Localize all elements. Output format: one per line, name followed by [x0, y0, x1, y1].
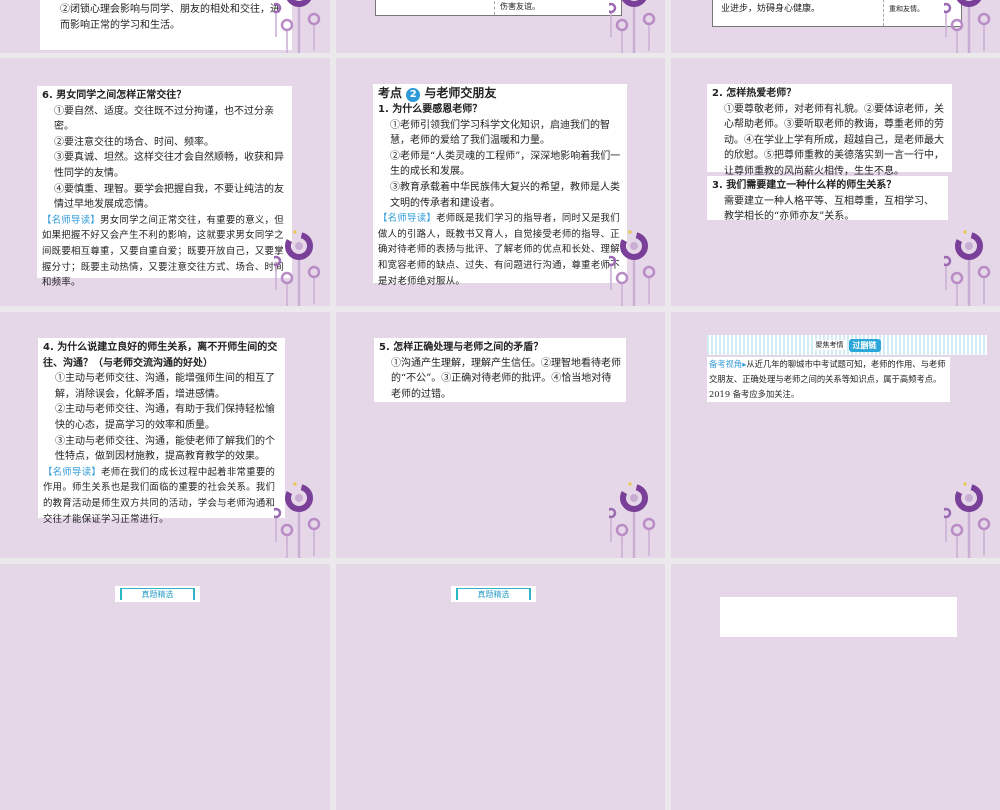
answer-item: ②主动与老师交往、沟通，有助于我们保持轻松愉快的心态，提高学习的效率和质量。	[55, 404, 275, 431]
guide-tag: 【名师导读】	[43, 466, 102, 478]
slide-thumbnail-9[interactable]: 聚焦考情 过删链 备考视角▸从近几年的聊城市中考试题可知，老师的作用、与老师交朋…	[671, 312, 1000, 558]
guide-text: 老师既是我们学习的指导者，同时又是我们做人的引路人，既教书又育人，自觉接受老师的…	[378, 213, 620, 287]
question-heading: 1. 为什么要感恩老师？	[378, 104, 483, 115]
guide-tag: 【名师导读】	[378, 213, 437, 225]
answer-item: ③教育承载着中华民族伟大复兴的希望，教师是人类文明的传承者和建设者。	[390, 181, 620, 209]
flower-decoration-icon	[944, 216, 994, 306]
flower-decoration-icon	[274, 216, 324, 306]
section-label: 真题精选	[456, 588, 531, 600]
slide-thumbnail-3[interactable]: 业进步，妨碍身心健康。 重和友情。	[671, 0, 1000, 53]
flower-decoration-icon	[609, 0, 659, 53]
question-heading: 6. 男女同学之间怎样正常交往？	[42, 90, 187, 101]
question-heading: 4. 为什么说建立良好的师生关系，离不开师生间的交往、沟通？（与老师交流沟通的好…	[43, 342, 278, 369]
question-heading: 3. 我们需要建立一种什么样的师生关系？	[712, 180, 897, 191]
answer-item: ①主动与老师交往、沟通，能增强师生间的相互了解，消除误会，化解矛盾，增进感情。	[55, 373, 275, 400]
slide-thumbnail-5[interactable]: 考点 2 与老师交朋友 1. 为什么要感恩老师？ ①老师引领我们学习科学文化知识…	[336, 58, 665, 306]
answer-item: ②要注意交往的场合、时间、频率。	[54, 136, 214, 148]
banner-label: 聚焦考情	[813, 340, 846, 350]
answer-text: ①要尊敬老师，对老师有礼貌。②要体谅老师，关心帮助老师。③要听取老师的教诲，尊重…	[724, 103, 944, 177]
question-heading: 2. 怎样热爱老师？	[712, 88, 797, 99]
text-box: 4. 为什么说建立良好的师生关系，离不开师生间的交往、沟通？（与老师交流沟通的好…	[38, 338, 285, 525]
slide-thumbnail-6[interactable]: 2. 怎样热爱老师？ ①要尊敬老师，对老师有礼貌。②要体谅老师，关心帮助老师。③…	[671, 58, 1000, 306]
slide-thumbnail-10[interactable]: 真题精选	[0, 564, 330, 810]
flower-decoration-icon	[274, 468, 324, 558]
answer-item: ②老师是“人类灵魂的工程师”，深深地影响着我们一生的成长和发展。	[390, 150, 621, 178]
slide-thumbnail-8[interactable]: 5. 怎样正确处理与老师之间的矛盾？ ①沟通产生理解，理解产生信任。②理智地看待…	[336, 312, 665, 558]
text-box: 2. 怎样热爱老师？ ①要尊敬老师，对老师有礼貌。②要体谅老师，关心帮助老师。③…	[707, 84, 952, 177]
answer-item: ③要真诚、坦然。这样交往才会自然顺畅，收获和异性同学的友情。	[54, 152, 284, 179]
text-box: 考点 2 与老师交朋友 1. 为什么要感恩老师？ ①老师引领我们学习科学文化知识…	[373, 84, 627, 287]
flower-decoration-icon	[609, 216, 659, 306]
flower-decoration-icon	[944, 468, 994, 558]
slide-thumbnail-11[interactable]: 真题精选	[336, 564, 665, 810]
text-line: ②闭锁心理会影响与同学、朋友的相处和交往，进	[60, 4, 280, 15]
answer-text: 需要建立一种人格平等、互相尊重，互相学习、教学相长的“亦师亦友”关系。	[724, 195, 934, 223]
answer-item: ①老师引领我们学习科学文化知识，启迪我们的智慧，老师的爱给了我们温暖和力量。	[390, 119, 610, 147]
banner-pill: 过删链	[848, 338, 881, 352]
text-line: 而影响正常的学习和生活。	[60, 19, 180, 31]
answer-item: ③主动与老师交往、沟通，能使老师了解我们的个性特点，做到因材施教，提高教育教学的…	[55, 435, 275, 463]
text-box: ②闭锁心理会影响与同学、朋友的相处和交往，进 而影响正常的学习和生活。	[40, 0, 292, 50]
slide-thumbnail-4[interactable]: 6. 男女同学之间怎样正常交往？ ①要自然、适度。交往既不过分拘谨，也不过分亲密…	[0, 58, 330, 306]
answer-item: ①要自然、适度。交往既不过分拘谨，也不过分亲密。	[54, 105, 274, 133]
guide-tag: 【名师导读】	[42, 214, 101, 226]
slide-thumbnail-7[interactable]: 4. 为什么说建立良好的师生关系，离不开师生间的交往、沟通？（与老师交流沟通的好…	[0, 312, 330, 558]
text-box	[720, 597, 957, 637]
section-number-badge: 2	[406, 88, 421, 102]
slide-thumbnail-2[interactable]: 伤害友谊。	[336, 0, 665, 53]
section-title: 与老师交朋友	[424, 86, 497, 100]
table-cell: 重和友情。	[889, 5, 924, 13]
section-label: 真题精选	[120, 588, 195, 600]
table-cell: 伤害友谊。	[500, 2, 540, 11]
slide-thumbnail-12[interactable]	[671, 564, 1000, 810]
answer-text: ①沟通产生理解，理解产生信任。②理智地看待老师的“不公”。③正确对待老师的批评。…	[391, 357, 621, 400]
text-box: 6. 男女同学之间怎样正常交往？ ①要自然、适度。交往既不过分拘谨，也不过分亲密…	[37, 86, 292, 288]
text-box: 3. 我们需要建立一种什么样的师生关系？ 需要建立一种人格平等、互相尊重，互相学…	[707, 176, 948, 222]
section-label: 考点	[378, 86, 403, 100]
exam-perspective-tag: 备考视角▸	[709, 359, 747, 369]
flower-decoration-icon	[609, 468, 659, 558]
focus-banner: 聚焦考情 过删链	[707, 335, 987, 355]
table-box: 伤害友谊。	[375, 0, 622, 16]
answer-item: ④要慎重、理智。要学会把握自我，不要让纯洁的友情过早地发展成恋情。	[54, 183, 284, 211]
table-cell: 业进步，妨碍身心健康。	[721, 4, 821, 14]
flower-decoration-icon	[944, 0, 994, 53]
text-box: 5. 怎样正确处理与老师之间的矛盾？ ①沟通产生理解，理解产生信任。②理智地看待…	[374, 338, 626, 402]
text-box: 备考视角▸从近几年的聊城市中考试题可知，老师的作用、与老师交朋友、正确处理与老师…	[707, 357, 950, 402]
slide-thumbnail-1[interactable]: ②闭锁心理会影响与同学、朋友的相处和交往，进 而影响正常的学习和生活。	[0, 0, 330, 53]
question-heading: 5. 怎样正确处理与老师之间的矛盾？	[379, 342, 544, 353]
table-box: 业进步，妨碍身心健康。 重和友情。	[712, 0, 962, 27]
flower-decoration-icon	[274, 0, 324, 53]
